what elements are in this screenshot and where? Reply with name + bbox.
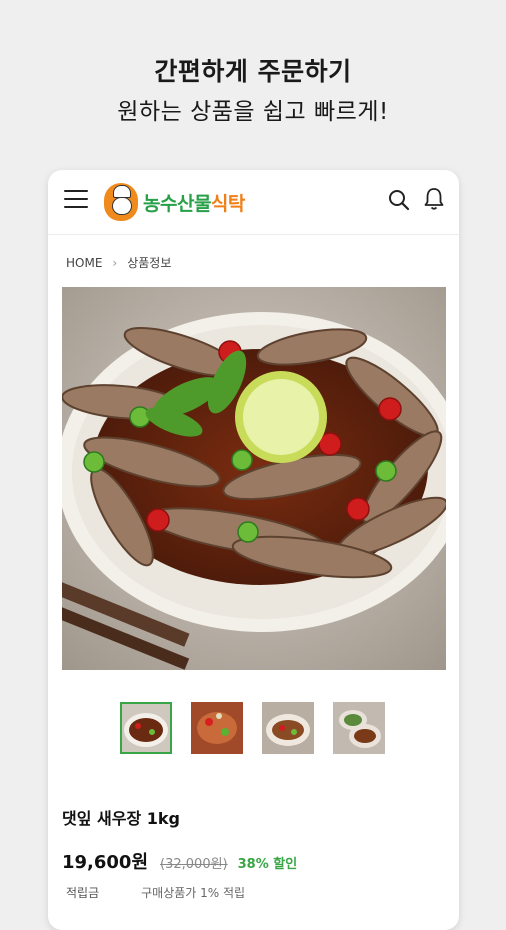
thumbnail-list (120, 702, 404, 754)
promo-headline: 간편하게 주문하기 (154, 57, 352, 86)
thumbnail-2[interactable] (191, 702, 243, 754)
app-logo[interactable]: 농수산물식탁 (104, 182, 245, 222)
thumbnail-1[interactable] (120, 702, 172, 754)
bell-icon[interactable] (423, 186, 445, 212)
logo-text-orange: 식탁 (210, 192, 245, 215)
menu-icon[interactable] (64, 190, 88, 209)
promo-header: 간편하게 주문하기 원하는 상품을 쉽고 빠르게! (0, 52, 506, 126)
price-row: 19,600원 (32,000원) 38% 할인 (62, 848, 297, 874)
app-bar: 농수산물식탁 (48, 170, 459, 235)
original-price: (32,000원) (160, 857, 228, 872)
product-name: 댓잎 새우장 1kg (62, 809, 180, 828)
search-icon[interactable] (387, 188, 411, 212)
breadcrumb-home[interactable]: HOME (66, 256, 102, 270)
points-value: 구매상품가 1% 적립 (141, 886, 246, 900)
chevron-right-icon: › (112, 255, 118, 270)
chef-mascot-icon (104, 183, 138, 221)
thumbnail-3[interactable] (262, 702, 314, 754)
phone-screen: 농수산물식탁 HOME › 상품정보 댓잎 새우장 1kg 19,600원 (3… (48, 170, 459, 930)
discount-badge: 38% 할인 (237, 857, 298, 872)
sale-price: 19,600원 (62, 852, 149, 873)
points-row: 적립금 구매상품가 1% 적립 (66, 884, 245, 901)
breadcrumb: HOME › 상품정보 (66, 254, 171, 271)
promo-subline: 원하는 상품을 쉽고 빠르게! (117, 99, 389, 125)
thumbnail-4[interactable] (333, 702, 385, 754)
logo-text-green: 농수산물 (143, 192, 211, 215)
points-label: 적립금 (66, 886, 100, 900)
product-main-image[interactable] (62, 287, 446, 670)
breadcrumb-current: 상품정보 (127, 256, 172, 270)
logo-text: 농수산물식탁 (143, 189, 245, 216)
